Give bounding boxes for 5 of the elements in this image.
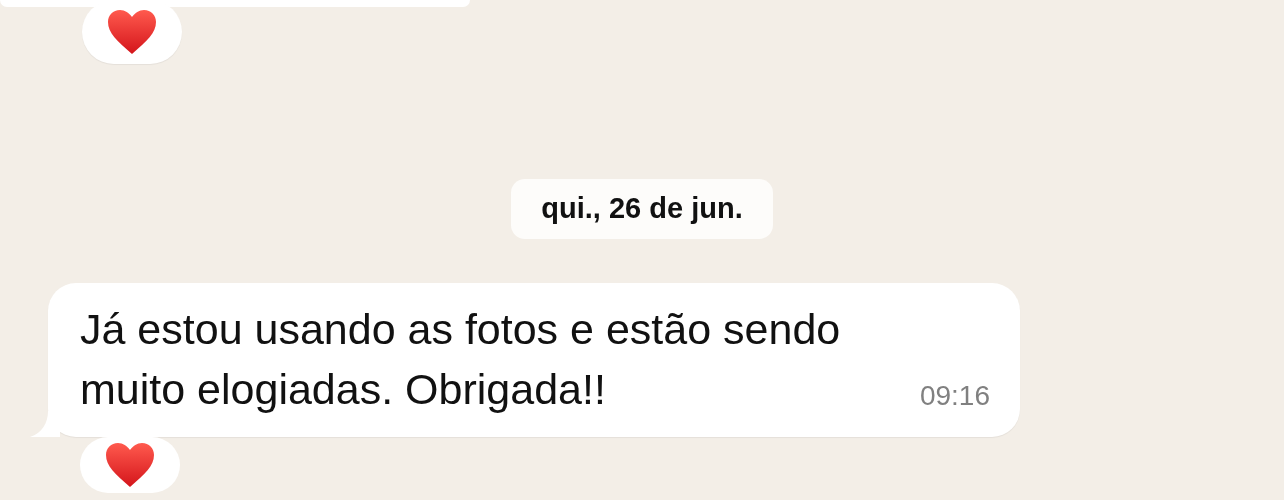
timestamp: 09:16	[919, 378, 990, 413]
message-text: Já estou usando as fotos e estão sendo muito elogiadas. Obrigada!!	[80, 303, 842, 415]
heart-icon	[105, 441, 155, 488]
date-label: qui., 26 de jun.	[511, 179, 773, 239]
heart-icon	[107, 9, 157, 55]
